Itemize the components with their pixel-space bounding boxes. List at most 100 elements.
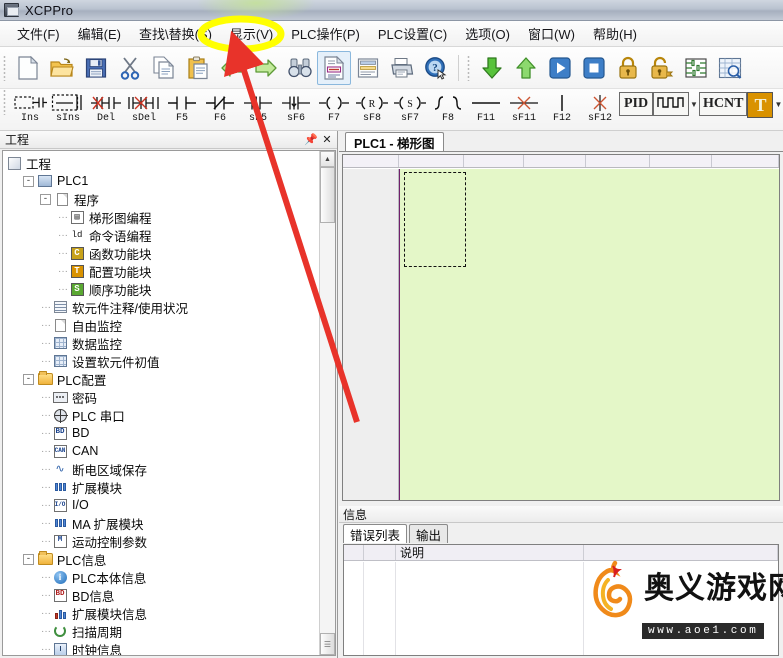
toolbar-grip-2[interactable] [467,54,471,81]
timer-button[interactable]: T [747,92,774,118]
tree-set-initial-value[interactable]: ··· 设置软元件初值 [6,352,319,370]
hcnt-button[interactable]: HCNT [699,92,748,116]
ladder-toolbar-grip[interactable] [3,89,7,115]
tree-expansion-module[interactable]: ··· 扩展模块 [6,478,319,496]
error-list-body[interactable] [344,562,778,655]
menu-plc-settings[interactable]: PLC设置(C) [369,21,456,46]
ladder-h-line[interactable]: F11 [467,89,505,129]
menu-find-replace[interactable]: 查找\替换(S) [130,21,221,46]
ladder-delete[interactable]: Del [87,89,125,129]
help-question-icon[interactable]: ? [419,51,453,85]
paste-icon[interactable] [181,51,215,85]
tree-function-block[interactable]: ··· C 函数功能块 [6,244,319,262]
tree-expander-collapse-icon[interactable]: - [23,373,34,385]
new-file-icon[interactable] [11,51,45,85]
ladder-canvas[interactable] [399,169,779,500]
tree-plc-info[interactable]: - PLC信息 [6,550,319,568]
ladder-reset-coil[interactable]: R sF8 [353,89,391,129]
program-view-icon[interactable] [317,50,351,85]
tree-plc1[interactable]: - PLC1 [6,172,319,190]
tree-plc-config[interactable]: - PLC配置 [6,370,319,388]
tree-can[interactable]: ··· CAN CAN [6,442,319,460]
save-icon[interactable] [79,51,113,85]
tree-io[interactable]: ··· I/O I/O [6,496,319,514]
tab-error-list[interactable]: 错误列表 [343,524,408,543]
open-folder-icon[interactable] [45,51,79,85]
tree-bd-info[interactable]: ··· BD BD信息 [6,586,319,604]
tree-project-root[interactable]: 工程 [6,154,319,172]
close-icon[interactable]: ✕ [319,132,335,148]
find-binoculars-icon[interactable] [283,51,317,85]
ladder-delete-block[interactable]: sDel [125,89,163,129]
pulse-caret-icon[interactable]: ▼ [689,92,699,116]
tree-plc-body-info[interactable]: ··· i PLC本体信息 [6,568,319,586]
lock-open-icon[interactable] [645,51,679,85]
tree-clock-info[interactable]: ··· 时钟信息 [6,640,319,655]
menu-options[interactable]: 选项(O) [456,21,519,46]
ladder-no-contact[interactable]: F5 [163,89,201,129]
tree-device-comment[interactable]: ··· 软元件注释/使用状况 [6,298,319,316]
tree-data-monitor[interactable]: ··· 数据监控 [6,334,319,352]
tree-ladder-edit[interactable]: ··· ▤ 梯形图编程 [6,208,319,226]
tree-expander-collapse-icon[interactable]: - [40,193,51,205]
toolbar-grip[interactable] [3,54,7,81]
ladder-canvas-container[interactable] [342,154,780,501]
tree-program[interactable]: - 程序 [6,190,319,208]
tab-output[interactable]: 输出 [409,524,449,543]
ladder-insert[interactable]: Ins [11,89,49,129]
comment-view-icon[interactable] [351,51,385,85]
tab-plc1-ladder[interactable]: PLC1 - 梯形图 [345,132,444,151]
stop-plc-icon[interactable] [577,51,611,85]
menu-file[interactable]: 文件(F) [8,21,69,46]
tree-config-block[interactable]: ··· T 配置功能块 [6,262,319,280]
ladder-v-line[interactable]: F12 [543,89,581,129]
scroll-thumb[interactable] [320,167,335,223]
menu-plc-operation[interactable]: PLC操作(P) [282,21,369,46]
tree-expansion-info[interactable]: ··· 扩展模块信息 [6,604,319,622]
ladder-output-coil[interactable]: F7 [315,89,353,129]
ladder-monitor-icon[interactable] [679,51,713,85]
tree-instruction-list[interactable]: ··· ld 命令语编程 [6,226,319,244]
tree-serial-port[interactable]: ··· PLC 串口 [6,406,319,424]
ladder-cursor-cell[interactable] [404,172,466,267]
download-to-plc-icon[interactable] [475,51,509,85]
tree-motion-control[interactable]: ··· M 运动控制参数 [6,532,319,550]
redo-arrow-icon[interactable] [249,51,283,85]
menu-help[interactable]: 帮助(H) [584,21,646,46]
project-tree-scrollbar[interactable]: ▲ ☰ [319,151,335,655]
ladder-set-coil[interactable]: S sF7 [391,89,429,129]
tree-expander-collapse-icon[interactable]: - [23,553,34,565]
ladder-nc-contact[interactable]: F6 [201,89,239,129]
scroll-track[interactable] [320,223,335,633]
ladder-del-v-line[interactable]: sF12 [581,89,619,129]
timer-caret-icon[interactable]: ▼ [773,92,783,116]
ladder-rising-edge[interactable]: sF5 [239,89,277,129]
ladder-function-block[interactable]: F8 [429,89,467,129]
menu-view[interactable]: 显示(V) [221,21,282,46]
print-icon[interactable] [385,51,419,85]
menu-window[interactable]: 窗口(W) [519,21,584,46]
tree-scan-cycle[interactable]: ··· 扫描周期 [6,622,319,640]
lock-closed-icon[interactable] [611,51,645,85]
run-plc-icon[interactable] [543,51,577,85]
cut-scissors-icon[interactable] [113,51,147,85]
copy-icon[interactable] [147,51,181,85]
pid-button[interactable]: PID [619,92,653,116]
tree-password[interactable]: ··· 密码 [6,388,319,406]
tree-ma-expansion[interactable]: ··· MA 扩展模块 [6,514,319,532]
tree-power-off-save[interactable]: ··· ∿ 断电区域保存 [6,460,319,478]
upload-from-plc-icon[interactable] [509,51,543,85]
tree-bd[interactable]: ··· BD BD [6,424,319,442]
undo-arrow-icon[interactable] [215,51,249,85]
ladder-falling-edge[interactable]: sF6 [277,89,315,129]
ladder-insert-block[interactable]: sIns [49,89,87,129]
scroll-up-arrow-icon[interactable]: ▲ [320,151,335,167]
menu-edit[interactable]: 编辑(E) [69,21,130,46]
tree-expander-collapse-icon[interactable]: - [23,175,34,187]
error-list-grid[interactable]: 说明 [343,544,779,656]
pulse-button[interactable] [653,92,689,116]
tree-free-monitor[interactable]: ··· 自由监控 [6,316,319,334]
data-monitor-icon[interactable] [713,51,747,85]
ladder-del-h-line[interactable]: sF11 [505,89,543,129]
scroll-thumb-bottom[interactable]: ☰ [320,633,335,655]
